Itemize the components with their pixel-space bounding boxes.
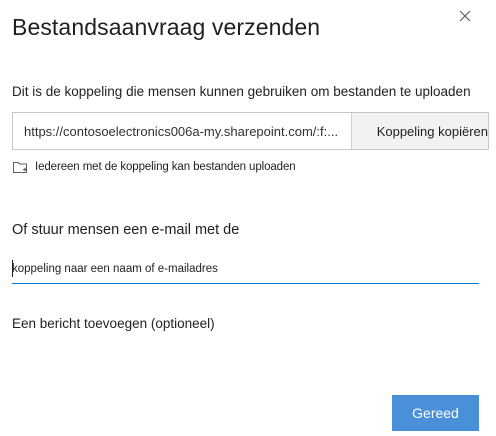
email-heading: Of stuur mensen een e-mail met de [12,222,240,238]
folder-icon [13,162,27,173]
close-icon [459,10,471,22]
text-caret [12,260,13,277]
share-request-dialog: Bestandsaanvraag verzenden Dit is de kop… [0,0,496,436]
copy-link-button[interactable]: Koppeling kopiëren [350,113,488,149]
done-button[interactable]: Gereed [392,395,479,431]
link-description: Dit is de koppeling die mensen kunnen ge… [12,84,471,99]
link-box: https://contosoelectronics006a-my.sharep… [12,112,489,150]
permission-row[interactable]: Iedereen met de koppeling kan bestanden … [12,159,296,175]
email-recipient-input[interactable] [12,256,479,282]
close-button[interactable] [451,2,479,30]
add-message-link[interactable]: Een bericht toevoegen (optioneel) [12,316,215,331]
permission-text: Iedereen met de koppeling kan bestanden … [35,161,296,173]
email-field-wrapper [12,256,479,284]
dialog-title: Bestandsaanvraag verzenden [12,14,321,40]
share-link-url[interactable]: https://contosoelectronics006a-my.sharep… [13,113,351,149]
